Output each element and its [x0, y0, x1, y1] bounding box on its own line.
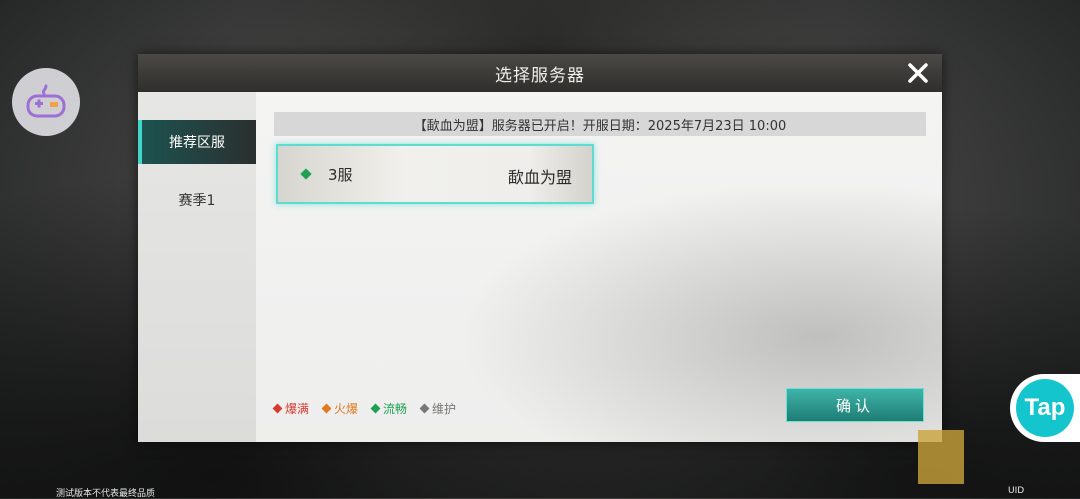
legend-item-hot: 火爆	[321, 400, 358, 417]
server-select-dialog: 选择服务器 推荐区服 赛季1 【歃血为盟】服务器已开启！开服日期：2025年7月…	[138, 54, 942, 442]
sidebar-item-label: 推荐区服	[169, 135, 225, 151]
dialog-title: 选择服务器	[495, 65, 585, 86]
dialog-title-bar: 选择服务器	[138, 54, 942, 92]
sidebar-item-label: 赛季1	[178, 193, 216, 209]
diamond-icon	[272, 403, 283, 414]
server-open-notice: 【歃血为盟】服务器已开启！开服日期：2025年7月23日 10:00	[274, 112, 926, 136]
legend-item-maintenance: 维护	[419, 400, 456, 417]
background-card	[918, 430, 964, 484]
server-title: 歃血为盟	[507, 168, 572, 187]
diamond-icon	[370, 403, 381, 414]
status-legend: 爆满 火爆 流畅 维护	[272, 400, 456, 417]
gamepad-button[interactable]	[12, 68, 80, 136]
test-version-note: 测试版本不代表最终品质	[56, 489, 156, 499]
diamond-icon	[321, 403, 332, 414]
close-icon	[908, 63, 928, 83]
taptap-float-button[interactable]: Tap	[1010, 374, 1080, 442]
confirm-button[interactable]: 确认	[786, 388, 924, 422]
legend-item-smooth: 流畅	[370, 400, 407, 417]
taptap-logo: Tap	[1016, 379, 1074, 437]
uid-label: UID	[1008, 486, 1025, 496]
server-list-panel: 【歃血为盟】服务器已开启！开服日期：2025年7月23日 10:00 3服 歃血…	[256, 92, 942, 442]
server-status-icon	[300, 168, 312, 180]
notice-text: 【歃血为盟】服务器已开启！开服日期：2025年7月23日 10:00	[413, 118, 787, 134]
close-button[interactable]	[902, 57, 934, 89]
server-card[interactable]: 3服 歃血为盟	[276, 144, 594, 204]
server-name: 3服	[328, 166, 353, 184]
sidebar-item-recommended[interactable]: 推荐区服	[138, 120, 256, 164]
legend-item-full: 爆满	[272, 400, 309, 417]
gamepad-icon	[26, 84, 66, 118]
sidebar-item-season-1[interactable]: 赛季1	[138, 178, 256, 222]
sidebar: 推荐区服 赛季1	[138, 92, 256, 442]
diamond-icon	[419, 403, 430, 414]
